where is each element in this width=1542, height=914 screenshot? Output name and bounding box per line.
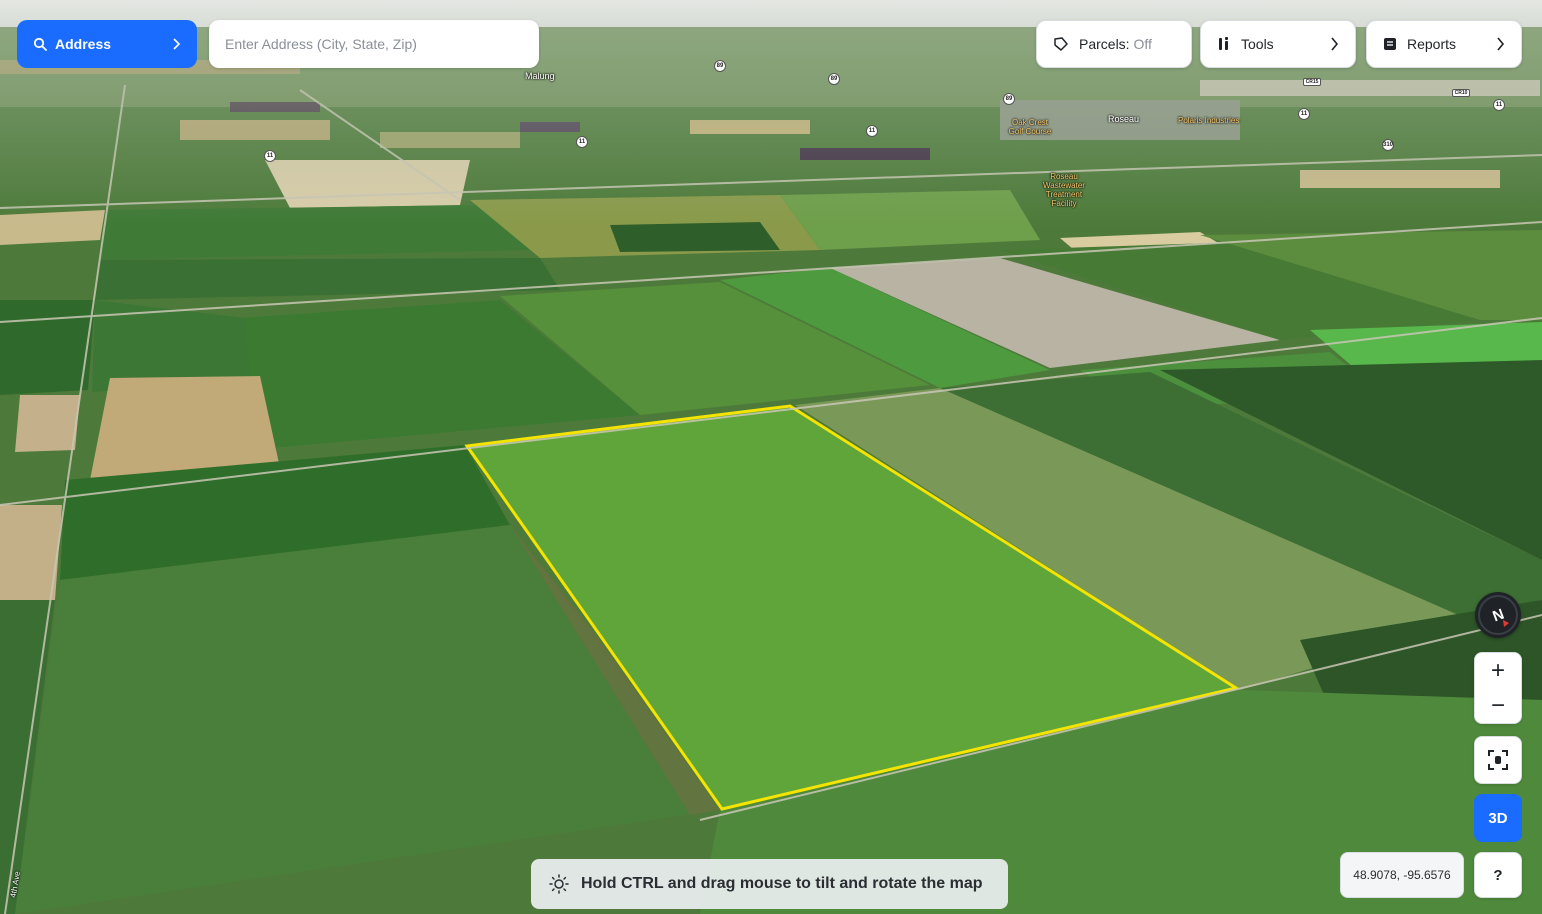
tilt-hint-text: Hold CTRL and drag mouse to tilt and rot… — [581, 875, 983, 892]
tools-icon — [1217, 36, 1231, 52]
tilt-hint: Hold CTRL and drag mouse to tilt and rot… — [531, 859, 1008, 909]
route-shield: 11 — [1493, 99, 1505, 111]
zoom-out-button[interactable]: − — [1475, 688, 1521, 723]
chevron-right-icon — [171, 38, 181, 50]
route-shield: 11 — [264, 150, 276, 162]
place-label-malung: Malung — [525, 71, 555, 81]
tools-label: Tools — [1241, 36, 1274, 52]
focus-frame-icon — [1488, 750, 1508, 770]
zoom-control: + − — [1474, 652, 1522, 724]
place-label-wastewater: Roseau Wastewater Treatment Facility — [1043, 172, 1085, 208]
parcel-tag-icon — [1053, 36, 1069, 52]
route-shield: 89 — [828, 73, 840, 85]
parcels-toggle-button[interactable]: Parcels: Off — [1036, 20, 1192, 68]
reports-icon — [1383, 37, 1397, 51]
route-shield: CR15 — [1303, 78, 1321, 86]
recenter-button[interactable] — [1474, 736, 1522, 784]
coordinates-readout: 48.9078, -95.6576 — [1340, 852, 1464, 898]
route-shield: 11 — [866, 125, 878, 137]
search-icon — [33, 37, 47, 51]
minus-icon: − — [1490, 691, 1505, 719]
reports-button[interactable]: Reports — [1366, 20, 1522, 68]
help-button[interactable]: ? — [1474, 852, 1522, 898]
route-shield: 89 — [1003, 93, 1015, 105]
chevron-right-icon — [1329, 37, 1339, 51]
compass-button[interactable]: N — [1475, 592, 1521, 638]
reports-label: Reports — [1407, 36, 1457, 52]
tools-button[interactable]: Tools — [1200, 20, 1356, 68]
place-label-polaris: Polaris Industries — [1178, 116, 1240, 125]
route-shield: 310 — [1382, 139, 1394, 151]
plus-icon: + — [1490, 656, 1505, 684]
address-search-input[interactable] — [209, 20, 539, 68]
lightbulb-icon — [549, 874, 569, 894]
address-mode-button[interactable]: Address — [17, 20, 197, 68]
chevron-right-icon — [1495, 37, 1505, 51]
route-shield: 11 — [1298, 108, 1310, 120]
3d-toggle-button[interactable]: 3D — [1474, 794, 1522, 842]
parcels-state: Off — [1133, 36, 1152, 52]
parcels-label: Parcels: — [1079, 36, 1130, 52]
route-shield: 89 — [714, 60, 726, 72]
zoom-in-button[interactable]: + — [1475, 653, 1521, 688]
address-mode-label: Address — [55, 36, 112, 52]
route-shield: CR10 — [1452, 89, 1470, 97]
route-shield: 11 — [576, 136, 588, 148]
satellite-map[interactable] — [0, 0, 1542, 914]
place-label-roseau: Roseau — [1108, 114, 1140, 124]
place-label-golf: Oak Crest Golf Course — [1008, 118, 1052, 136]
